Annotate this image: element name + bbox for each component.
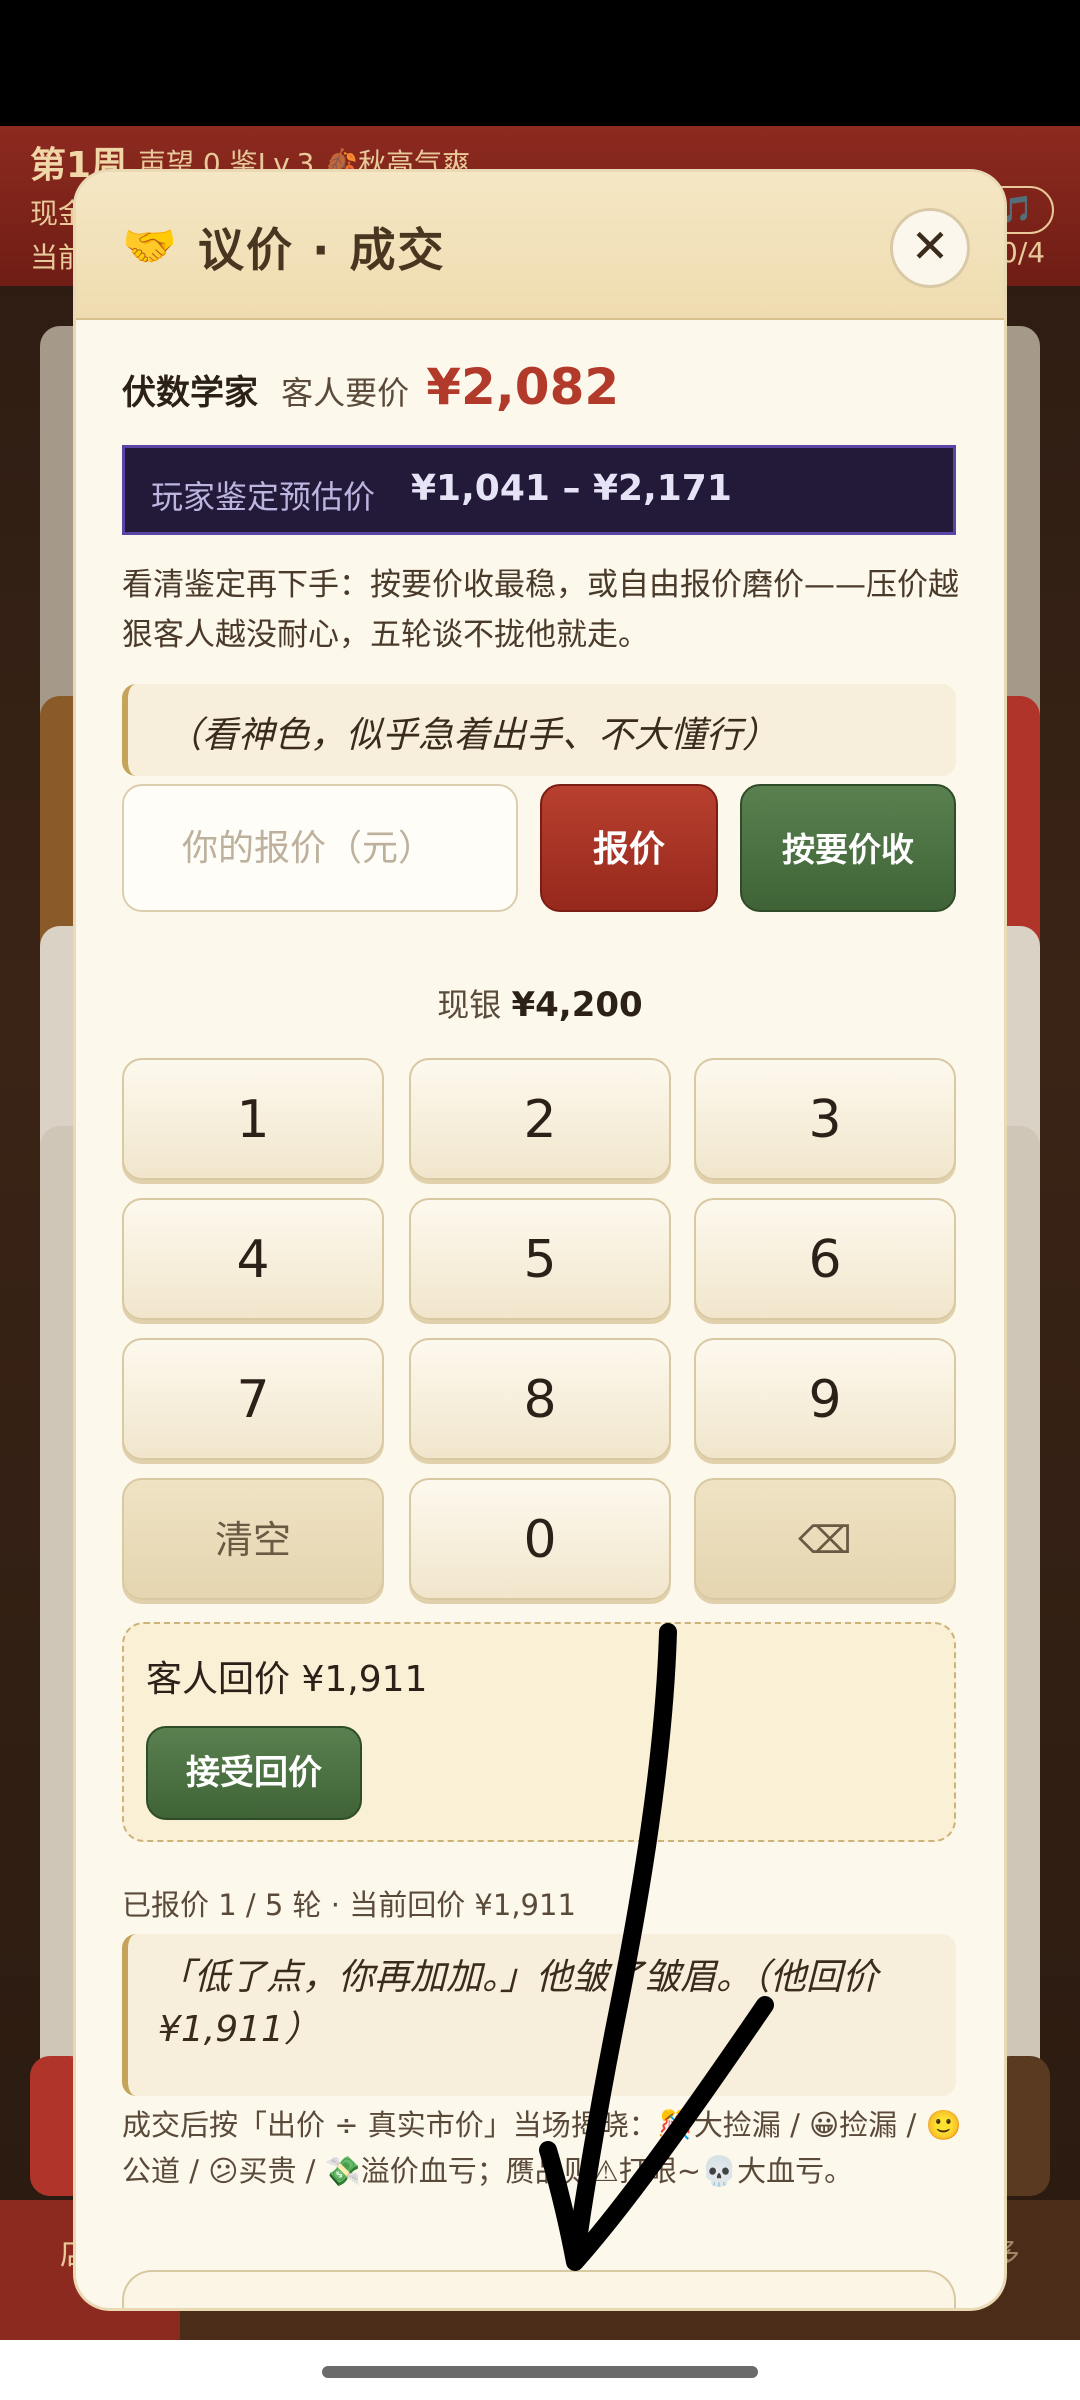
hand-drawn-arrow bbox=[539, 1623, 774, 2271]
